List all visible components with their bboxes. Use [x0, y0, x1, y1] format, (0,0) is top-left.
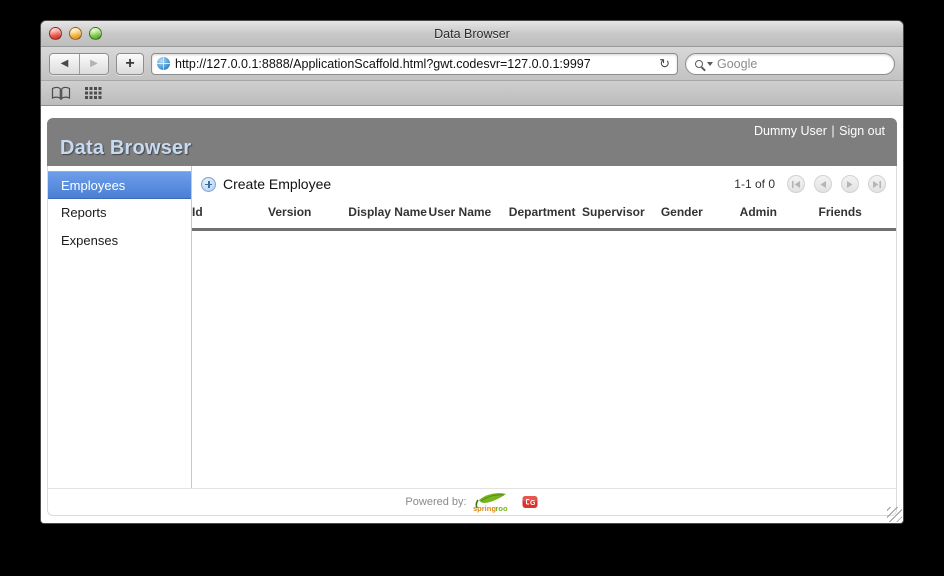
column-header-display-name[interactable]: Display Name: [348, 202, 428, 230]
employees-table: Id Version Display Name User Name Depart…: [192, 202, 896, 410]
sidebar: Employees Reports Expenses: [48, 166, 192, 488]
search-placeholder: Google: [717, 56, 758, 71]
search-bar[interactable]: Google: [685, 52, 895, 75]
bookmarks-bar: [41, 81, 903, 106]
app-body: Employees Reports Expenses Create Employ…: [47, 166, 897, 488]
table-body: [192, 230, 896, 410]
user-bar-separator: |: [831, 124, 835, 138]
close-button[interactable]: [49, 27, 62, 40]
pager-range-label: 1-1 of 0: [734, 177, 775, 191]
column-header-friends[interactable]: Friends: [819, 202, 896, 230]
url-bar[interactable]: http://127.0.0.1:8888/ApplicationScaffol…: [151, 52, 678, 75]
column-header-version[interactable]: Version: [268, 202, 348, 230]
first-page-icon[interactable]: [787, 175, 805, 193]
column-header-department[interactable]: Department: [509, 202, 582, 230]
table-header: Id Version Display Name User Name Depart…: [192, 202, 896, 230]
svg-text:G: G: [530, 500, 536, 507]
window-resize-grip[interactable]: [887, 507, 902, 522]
nav-button-group: ◀ ▶: [49, 52, 109, 75]
url-text: http://127.0.0.1:8888/ApplicationScaffol…: [175, 56, 591, 71]
new-tab-button[interactable]: +: [116, 52, 144, 75]
window-title: Data Browser: [434, 27, 510, 41]
plus-circle-icon: [201, 176, 216, 192]
content-area: Create Employee 1-1 of 0 Id Version Disp…: [192, 166, 896, 488]
column-header-supervisor[interactable]: Supervisor: [582, 202, 661, 230]
column-header-id[interactable]: Id: [192, 202, 268, 230]
window-controls: [49, 27, 102, 40]
grid-icon[interactable]: [85, 86, 102, 100]
sidebar-item-expenses[interactable]: Expenses: [48, 227, 191, 255]
gwt-logo[interactable]: G: [521, 493, 539, 511]
globe-icon: [157, 57, 170, 70]
column-header-admin[interactable]: Admin: [740, 202, 819, 230]
svg-text:roo: roo: [495, 504, 508, 513]
powered-by-label: Powered by:: [405, 496, 467, 508]
browser-window: Data Browser ◀ ▶ + http://127.0.0.1:8888…: [40, 20, 904, 524]
app-title: Data Browser: [60, 137, 192, 159]
last-page-icon[interactable]: [868, 175, 886, 193]
browser-toolbar: ◀ ▶ + http://127.0.0.1:8888/ApplicationS…: [41, 47, 903, 81]
sidebar-item-employees[interactable]: Employees: [48, 171, 191, 199]
table-header-row: Id Version Display Name User Name Depart…: [192, 202, 896, 230]
chevron-down-icon[interactable]: [707, 61, 713, 66]
app-footer: Powered by: spring roo G: [47, 488, 897, 516]
table-empty-row: [192, 230, 896, 410]
pager: 1-1 of 0: [734, 175, 886, 193]
user-bar: Dummy User | Sign out: [754, 124, 885, 138]
forward-button[interactable]: ▶: [79, 53, 108, 74]
data-browser-app: Data Browser Dummy User | Sign out Emplo…: [47, 118, 897, 517]
window-titlebar: Data Browser: [41, 21, 903, 47]
zoom-button[interactable]: [89, 27, 102, 40]
reload-icon[interactable]: ↻: [659, 56, 672, 72]
spring-roo-logo[interactable]: spring roo: [473, 491, 515, 513]
column-header-user-name[interactable]: User Name: [429, 202, 509, 230]
search-icon: [695, 59, 703, 68]
sign-out-link[interactable]: Sign out: [839, 124, 885, 138]
list-toolbar: Create Employee 1-1 of 0: [192, 166, 896, 202]
column-header-gender[interactable]: Gender: [661, 202, 740, 230]
create-employee-label: Create Employee: [223, 176, 332, 192]
create-employee-button[interactable]: Create Employee: [201, 176, 331, 192]
minimize-button[interactable]: [69, 27, 82, 40]
book-icon[interactable]: [51, 86, 71, 100]
prev-page-icon[interactable]: [814, 175, 832, 193]
app-header: Data Browser Dummy User | Sign out: [47, 118, 897, 166]
svg-text:spring: spring: [473, 504, 496, 513]
page-viewport: Data Browser Dummy User | Sign out Emplo…: [41, 106, 903, 523]
table-empty-cell: [192, 230, 896, 410]
user-name: Dummy User: [753, 124, 827, 138]
sidebar-item-reports[interactable]: Reports: [48, 199, 191, 227]
next-page-icon[interactable]: [841, 175, 859, 193]
back-button[interactable]: ◀: [50, 53, 79, 74]
